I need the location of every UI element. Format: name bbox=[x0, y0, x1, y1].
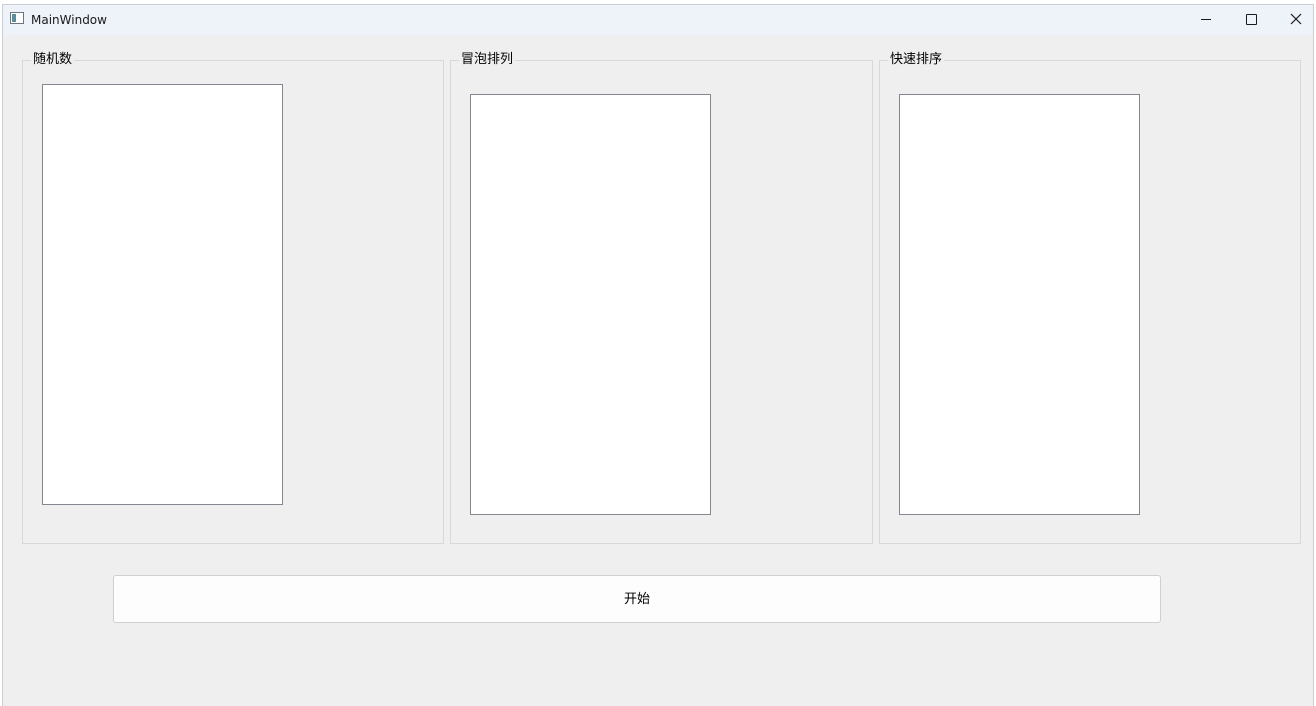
maximize-button[interactable] bbox=[1228, 5, 1274, 35]
quick-sort-list[interactable] bbox=[899, 94, 1140, 515]
bubble-sort-group-title: 冒泡排列 bbox=[459, 52, 516, 68]
quick-sort-group-title: 快速排序 bbox=[888, 52, 945, 68]
main-window: MainWindow 随机数 冒泡排列 快速排序 开始 bbox=[2, 4, 1314, 706]
random-numbers-group-title: 随机数 bbox=[31, 52, 75, 68]
random-numbers-list[interactable] bbox=[42, 84, 283, 505]
close-button[interactable] bbox=[1273, 5, 1313, 35]
bubble-sort-group: 冒泡排列 bbox=[450, 52, 873, 544]
minimize-button[interactable] bbox=[1183, 5, 1229, 35]
start-button[interactable]: 开始 bbox=[113, 575, 1161, 623]
random-numbers-group: 随机数 bbox=[22, 52, 444, 544]
title-bar[interactable]: MainWindow bbox=[3, 5, 1313, 35]
close-icon bbox=[1290, 13, 1302, 25]
window-title: MainWindow bbox=[31, 13, 107, 27]
quick-sort-group: 快速排序 bbox=[879, 52, 1301, 544]
app-icon bbox=[10, 12, 24, 24]
bubble-sort-list[interactable] bbox=[470, 94, 711, 515]
